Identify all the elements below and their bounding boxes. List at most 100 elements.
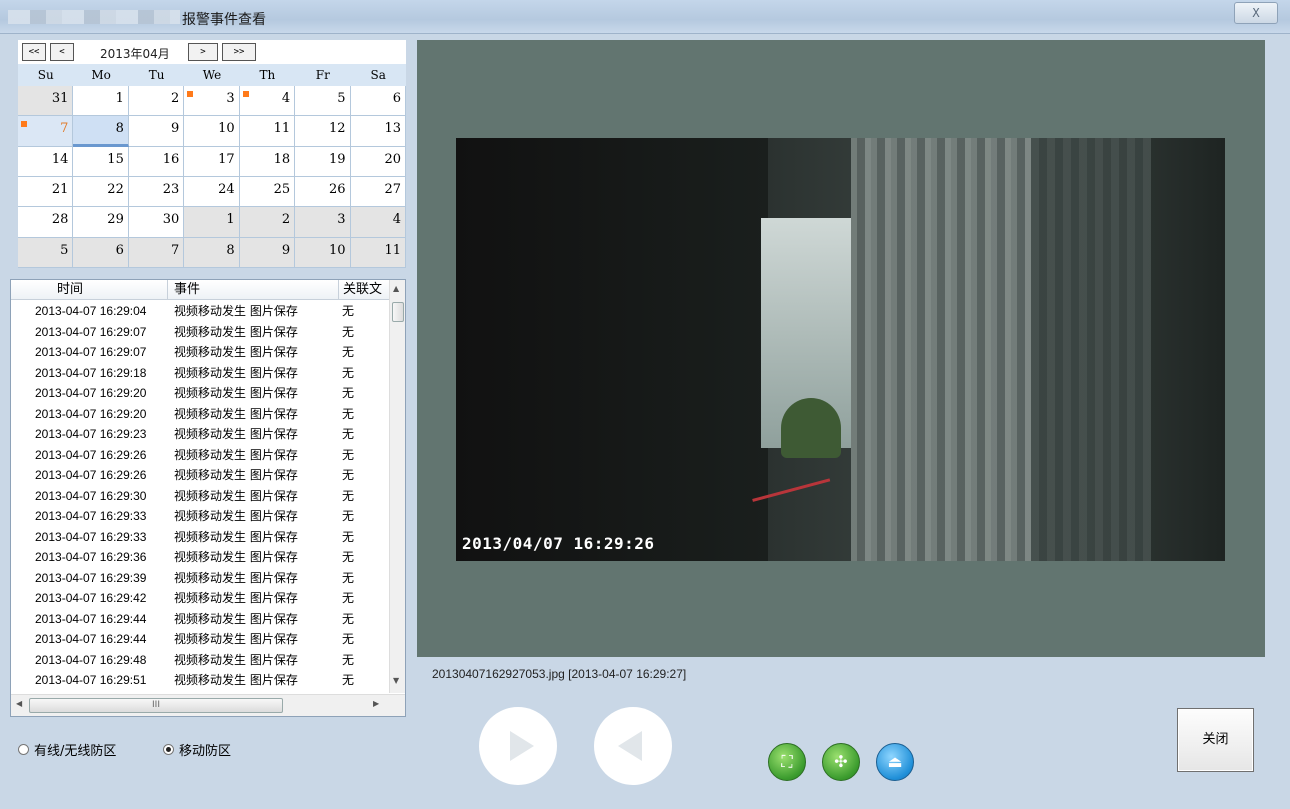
zone-radio-wired[interactable]: 有线/无线防区 [18, 740, 116, 759]
event-time-cell: 2013-04-07 16:29:26 [35, 468, 147, 482]
prev-month-button[interactable]: < [50, 43, 74, 61]
column-header-event[interactable]: 事件 [168, 280, 339, 299]
weekday-label: Sa [370, 68, 386, 82]
column-header-time[interactable]: 时间 [11, 280, 168, 299]
shrink-button[interactable]: ✣ [822, 743, 860, 781]
calendar-day[interactable]: 4 [239, 86, 296, 117]
event-row[interactable]: 2013-04-07 16:29:44 视频移动发生 图片保存 无 [11, 609, 391, 630]
calendar-day[interactable]: 27 [350, 177, 406, 208]
calendar-day[interactable]: 7 [18, 116, 74, 147]
event-row[interactable]: 2013-04-07 16:29:44 视频移动发生 图片保存 无 [11, 629, 391, 650]
calendar-day[interactable]: 11 [350, 237, 406, 268]
event-row[interactable]: 2013-04-07 16:29:07 视频移动发生 图片保存 无 [11, 322, 391, 343]
calendar-day[interactable]: 28 [18, 207, 74, 238]
event-related-file-cell: 无 [342, 386, 355, 400]
fit-screen-button[interactable]: ⛶ [768, 743, 806, 781]
calendar-day[interactable]: 26 [295, 177, 351, 208]
calendar-day[interactable]: 19 [295, 146, 351, 177]
vertical-scrollbar[interactable]: ▲ ▼ [389, 280, 405, 693]
calendar-day[interactable]: 6 [350, 86, 406, 117]
horizontal-scrollbar[interactable]: ◀ III ▶ [11, 694, 405, 716]
next-month-button[interactable]: > [188, 43, 218, 61]
calendar-day[interactable]: 20 [350, 146, 406, 177]
calendar-day[interactable]: 29 [73, 207, 129, 238]
zone-radio-motion[interactable]: 移动防区 [163, 740, 231, 759]
first-month-button[interactable]: << [22, 43, 46, 61]
calendar-day[interactable]: 9 [239, 237, 296, 268]
radio-circle-icon[interactable] [18, 744, 29, 755]
calendar-day[interactable]: 8 [73, 116, 129, 147]
radio-selected-icon[interactable] [163, 744, 174, 755]
calendar-day[interactable]: 25 [239, 177, 296, 208]
upload-button[interactable]: ⏏ [876, 743, 914, 781]
event-row[interactable]: 2013-04-07 16:29:23 视频移动发生 图片保存 无 [11, 424, 391, 445]
event-row[interactable]: 2013-04-07 16:29:42 视频移动发生 图片保存 无 [11, 588, 391, 609]
calendar-day[interactable]: 1 [73, 86, 129, 117]
play-button[interactable] [479, 707, 557, 785]
event-row[interactable]: 2013-04-07 16:29:04 视频移动发生 图片保存 无 [11, 301, 391, 322]
event-row[interactable]: 2013-04-07 16:29:26 视频移动发生 图片保存 无 [11, 445, 391, 466]
calendar-day[interactable]: 18 [239, 146, 296, 177]
calendar-day[interactable]: 7 [128, 237, 185, 268]
calendar-day[interactable]: 30 [128, 207, 185, 238]
event-row[interactable]: 2013-04-07 16:29:20 视频移动发生 图片保存 无 [11, 383, 391, 404]
calendar-day[interactable]: 5 [18, 237, 74, 268]
reverse-play-icon [618, 731, 642, 761]
calendar-day[interactable]: 31 [18, 86, 74, 117]
calendar-day[interactable]: 9 [128, 116, 185, 147]
calendar-day[interactable]: 14 [18, 146, 74, 177]
event-row[interactable]: 2013-04-07 16:29:20 视频移动发生 图片保存 无 [11, 404, 391, 425]
calendar-day[interactable]: 1 [184, 207, 240, 238]
event-time-cell: 2013-04-07 16:29:33 [35, 509, 147, 523]
scroll-up-icon[interactable]: ▲ [393, 284, 399, 293]
calendar-day[interactable]: 12 [295, 116, 351, 147]
vertical-scroll-thumb[interactable] [392, 302, 404, 322]
event-row[interactable]: 2013-04-07 16:29:26 视频移动发生 图片保存 无 [11, 465, 391, 486]
event-row[interactable]: 2013-04-07 16:29:51 视频移动发生 图片保存 无 [11, 670, 391, 691]
calendar-day-number: 10 [218, 121, 235, 137]
close-button[interactable]: 关闭 [1177, 708, 1254, 772]
scroll-left-icon[interactable]: ◀ [16, 699, 22, 708]
event-row[interactable]: 2013-04-07 16:29:07 视频移动发生 图片保存 无 [11, 342, 391, 363]
scroll-right-icon[interactable]: ▶ [373, 699, 379, 708]
calendar-day[interactable]: 8 [184, 237, 240, 268]
calendar-day-number: 26 [329, 182, 346, 197]
calendar-day[interactable]: 10 [184, 116, 240, 147]
calendar-day[interactable]: 3 [295, 207, 351, 238]
event-time-cell: 2013-04-07 16:29:44 [35, 611, 147, 626]
event-time-cell: 2013-04-07 16:29:33 [35, 529, 147, 544]
calendar-day[interactable]: 5 [295, 86, 351, 117]
calendar-day[interactable]: 22 [73, 177, 129, 208]
calendar-day[interactable]: 13 [350, 116, 406, 147]
horizontal-scroll-thumb[interactable]: III [29, 698, 283, 713]
calendar-day-number: 20 [384, 151, 401, 167]
event-row[interactable]: 2013-04-07 16:29:36 视频移动发生 图片保存 无 [11, 547, 391, 568]
event-row[interactable]: 2013-04-07 16:29:33 视频移动发生 图片保存 无 [11, 506, 391, 527]
event-related-file-cell: 无 [342, 611, 355, 626]
event-row[interactable]: 2013-04-07 16:29:30 视频移动发生 图片保存 无 [11, 486, 391, 507]
calendar-day-number: 13 [384, 121, 401, 137]
calendar-day[interactable]: 17 [184, 146, 240, 177]
calendar-day[interactable]: 23 [128, 177, 185, 208]
window-close-button[interactable]: X [1234, 2, 1278, 24]
event-row[interactable]: 2013-04-07 16:29:48 视频移动发生 图片保存 无 [11, 650, 391, 671]
column-header-related-file[interactable]: 关联文 [339, 280, 391, 299]
calendar-day[interactable]: 15 [73, 146, 129, 177]
calendar-day[interactable]: 6 [73, 237, 129, 268]
scroll-down-icon[interactable]: ▼ [393, 676, 399, 685]
reverse-play-button[interactable] [594, 707, 672, 785]
calendar-day[interactable]: 2 [128, 86, 185, 117]
calendar-day[interactable]: 2 [239, 207, 296, 238]
event-row[interactable]: 2013-04-07 16:29:39 视频移动发生 图片保存 无 [11, 568, 391, 589]
last-month-button[interactable]: >> [222, 43, 256, 61]
event-time-cell: 2013-04-07 16:29:26 [35, 447, 147, 462]
event-row[interactable]: 2013-04-07 16:29:18 视频移动发生 图片保存 无 [11, 363, 391, 384]
calendar-day[interactable]: 16 [128, 146, 185, 177]
calendar-day[interactable]: 10 [295, 237, 351, 268]
calendar-day[interactable]: 21 [18, 177, 74, 208]
calendar-day[interactable]: 3 [184, 86, 240, 117]
calendar-day[interactable]: 24 [184, 177, 240, 208]
calendar-day[interactable]: 11 [239, 116, 296, 147]
event-row[interactable]: 2013-04-07 16:29:33 视频移动发生 图片保存 无 [11, 527, 391, 548]
calendar-day[interactable]: 4 [350, 207, 406, 238]
